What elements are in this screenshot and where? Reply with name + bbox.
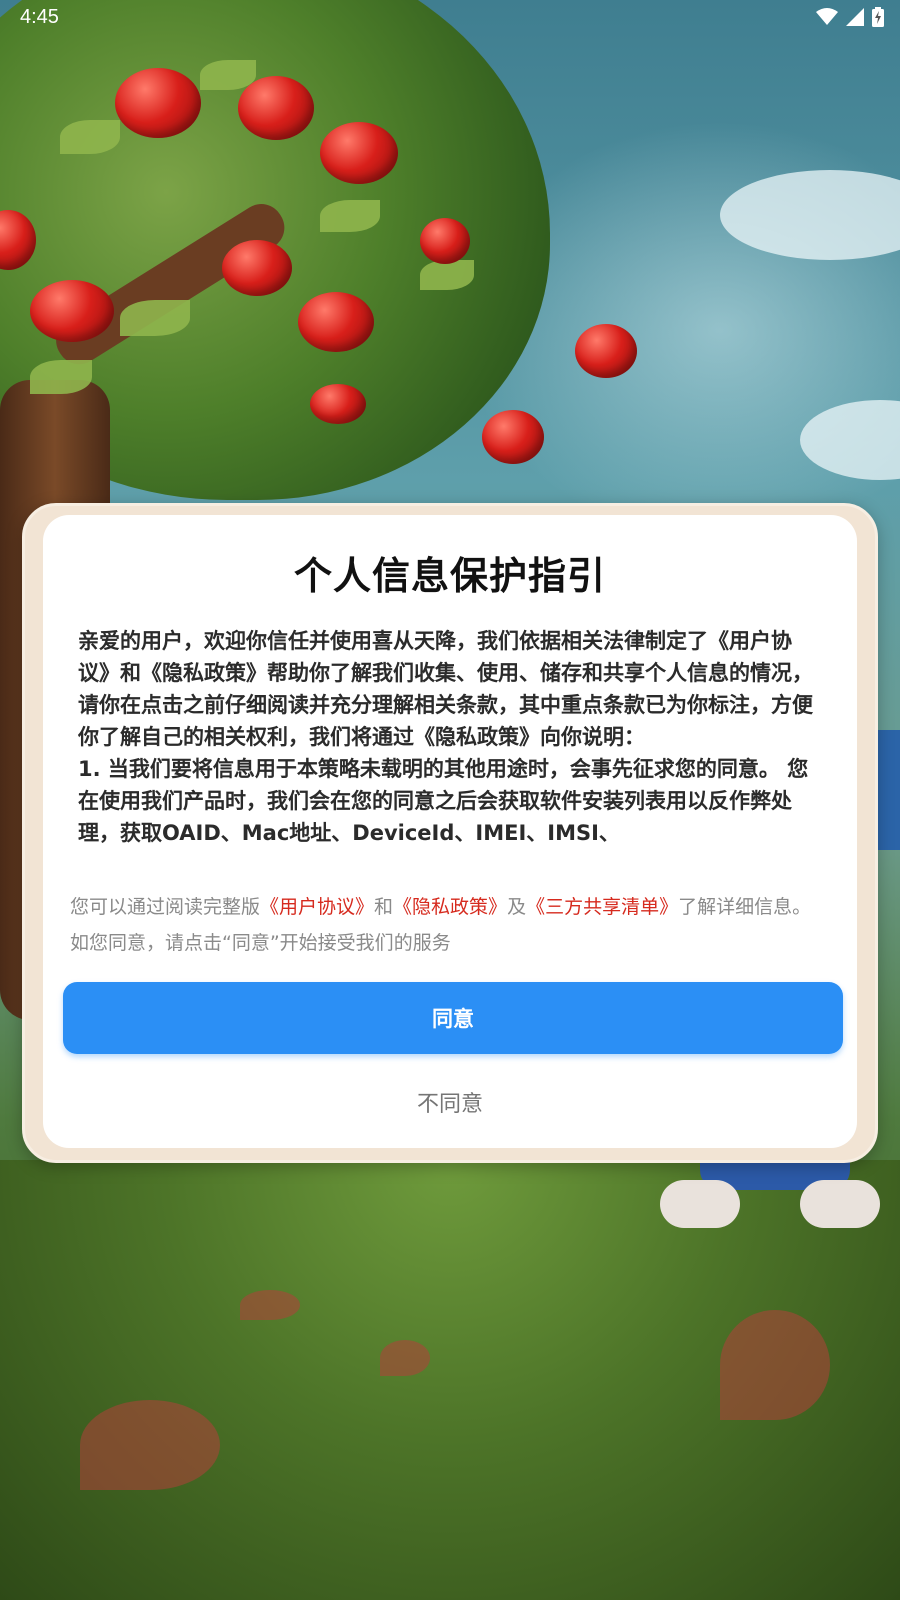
character-shoe <box>660 1180 740 1228</box>
apple <box>320 122 398 184</box>
privacy-policy-link[interactable]: 《隐私政策》 <box>393 896 507 918</box>
third-party-sharing-list-link[interactable]: 《三方共享清单》 <box>526 896 678 918</box>
apple <box>482 410 544 464</box>
petal <box>380 1340 430 1376</box>
status-icons <box>816 7 884 27</box>
policy-text: 亲爱的用户，欢迎你信任并使用喜从天降，我们依据相关法律制定了《用户协议》和《隐私… <box>78 629 813 845</box>
summary-prefix: 您可以通过阅读完整版 <box>70 896 261 918</box>
policy-text-scroll-area[interactable]: 亲爱的用户，欢迎你信任并使用喜从天降，我们依据相关法律制定了《用户协议》和《隐私… <box>78 625 813 877</box>
petal <box>240 1290 300 1320</box>
apple <box>420 218 470 264</box>
apple <box>298 292 374 352</box>
summary-text: 您可以通过阅读完整版《用户协议》和《隐私政策》及《三方共享清单》了解详细信息。如… <box>70 889 830 961</box>
cellular-signal-icon <box>846 8 864 26</box>
apple <box>30 280 114 342</box>
summary-and: 和 <box>374 896 394 918</box>
apple <box>575 324 637 378</box>
wifi-icon <box>816 8 838 26</box>
dialog-card: 个人信息保护指引 亲爱的用户，欢迎你信任并使用喜从天降，我们依据相关法律制定了《… <box>43 515 857 1148</box>
battery-charging-icon <box>872 7 884 27</box>
apple <box>115 68 201 138</box>
agree-button[interactable]: 同意 <box>63 982 843 1054</box>
dialog-title: 个人信息保护指引 <box>293 554 606 598</box>
leaf <box>320 200 380 232</box>
leaf <box>60 120 120 154</box>
status-time: 4:45 <box>20 6 59 28</box>
status-bar: 4:45 <box>0 0 900 38</box>
leaf <box>120 300 190 336</box>
apple <box>238 76 314 140</box>
apple <box>310 384 366 424</box>
leaf <box>30 360 92 394</box>
summary-and2: 及 <box>507 896 527 918</box>
character-shoe <box>800 1180 880 1228</box>
apple <box>222 240 292 296</box>
disagree-button[interactable]: 不同意 <box>343 1079 557 1125</box>
petal <box>720 1310 830 1420</box>
user-agreement-link[interactable]: 《用户协议》 <box>260 896 374 918</box>
petal <box>80 1400 220 1490</box>
leaf <box>420 260 474 290</box>
privacy-dialog: 个人信息保护指引 亲爱的用户，欢迎你信任并使用喜从天降，我们依据相关法律制定了《… <box>22 503 878 1163</box>
